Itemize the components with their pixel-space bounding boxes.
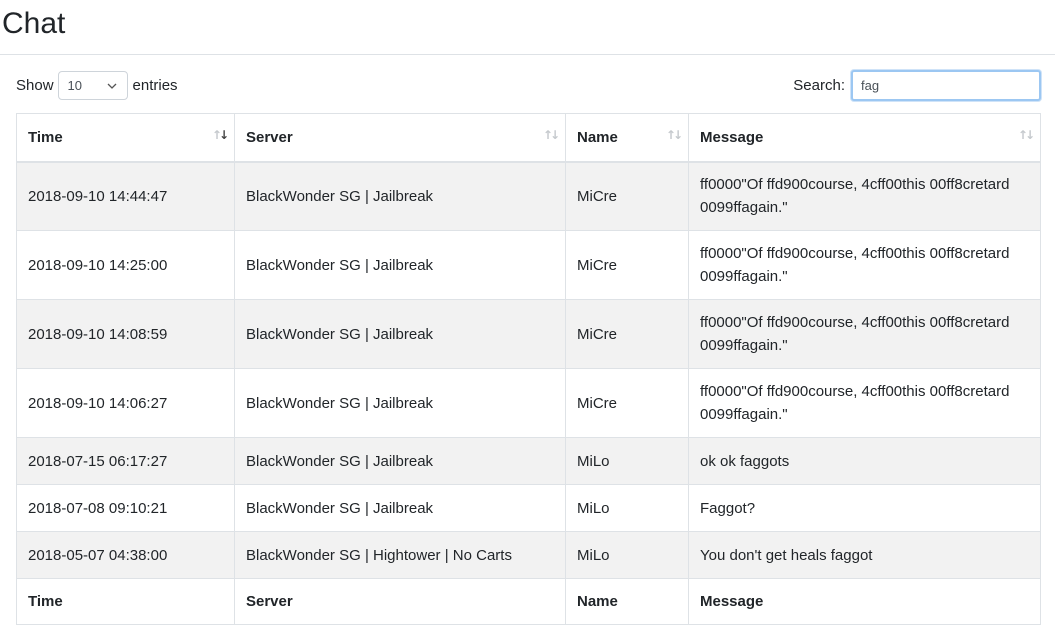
column-header-label: Message [700, 128, 764, 146]
search-control: Search: [793, 70, 1041, 101]
cell-server: BlackWonder SG | Jailbreak [234, 484, 566, 532]
cell-message: ok ok faggots [688, 437, 1041, 485]
title-divider [0, 54, 1055, 55]
table-footer-row: Time Server Name Message [16, 578, 1041, 625]
cell-name: MiCre [565, 299, 689, 369]
cell-name: MiLo [565, 484, 689, 532]
cell-server: BlackWonder SG | Jailbreak [234, 368, 566, 438]
column-header-server[interactable]: Server ↑↓ [234, 113, 566, 163]
column-header-label: Server [246, 128, 293, 146]
cell-message: You don't get heals faggot [688, 531, 1041, 579]
cell-message: Faggot? [688, 484, 1041, 532]
show-label: Show [16, 77, 54, 94]
cell-name: MiCre [565, 368, 689, 438]
table-row: 2018-09-10 14:06:27 BlackWonder SG | Jai… [16, 368, 1041, 438]
sort-desc-icon: ↑↓ [211, 128, 229, 142]
entries-length-control: Show 10 entries [16, 71, 178, 100]
table-row: 2018-09-10 14:25:00 BlackWonder SG | Jai… [16, 230, 1041, 300]
chevron-down-icon [107, 83, 116, 89]
column-footer-message: Message [688, 578, 1041, 625]
cell-time: 2018-09-10 14:25:00 [16, 230, 235, 300]
cell-name: MiLo [565, 437, 689, 485]
cell-name: MiCre [565, 230, 689, 300]
cell-time: 2018-07-08 09:10:21 [16, 484, 235, 532]
column-header-label: Time [28, 128, 63, 146]
cell-server: BlackWonder SG | Jailbreak [234, 299, 566, 369]
table-row: 2018-07-15 06:17:27 BlackWonder SG | Jai… [16, 437, 1041, 485]
column-header-message[interactable]: Message ↑↓ [688, 113, 1041, 163]
entries-label: entries [132, 77, 178, 94]
sort-arrows-icon: ↑↓ [542, 128, 560, 142]
search-input[interactable] [851, 70, 1041, 101]
table-row: 2018-09-10 14:08:59 BlackWonder SG | Jai… [16, 299, 1041, 369]
sort-arrows-icon: ↑↓ [665, 128, 683, 142]
chat-table: Time ↑↓ Server ↑↓ Name ↑↓ Message ↑↓ 201… [16, 113, 1041, 625]
column-footer-name: Name [565, 578, 689, 625]
entries-per-page-select[interactable]: 10 [57, 71, 128, 100]
column-header-time[interactable]: Time ↑↓ [16, 113, 235, 163]
cell-server: BlackWonder SG | Jailbreak [234, 230, 566, 300]
entries-per-page-value: 10 [67, 78, 82, 93]
cell-time: 2018-07-15 06:17:27 [16, 437, 235, 485]
column-footer-server: Server [234, 578, 566, 625]
cell-message: ff0000"Of ffd900course, 4cff00this 00ff8… [688, 299, 1041, 369]
cell-server: BlackWonder SG | Hightower | No Carts [234, 531, 566, 579]
cell-time: 2018-09-10 14:44:47 [16, 161, 235, 231]
table-row: 2018-05-07 04:38:00 BlackWonder SG | Hig… [16, 531, 1041, 579]
search-label: Search: [793, 77, 845, 94]
cell-time: 2018-09-10 14:08:59 [16, 299, 235, 369]
column-header-label: Name [577, 128, 618, 146]
cell-server: BlackWonder SG | Jailbreak [234, 161, 566, 231]
cell-time: 2018-05-07 04:38:00 [16, 531, 235, 579]
cell-name: MiLo [565, 531, 689, 579]
cell-name: MiCre [565, 161, 689, 231]
table-row: 2018-09-10 14:44:47 BlackWonder SG | Jai… [16, 161, 1041, 231]
sort-arrows-icon: ↑↓ [1017, 128, 1035, 142]
cell-message: ff0000"Of ffd900course, 4cff00this 00ff8… [688, 161, 1041, 231]
page-title: Chat [2, 7, 66, 40]
cell-server: BlackWonder SG | Jailbreak [234, 437, 566, 485]
table-header-row: Time ↑↓ Server ↑↓ Name ↑↓ Message ↑↓ [16, 113, 1041, 163]
cell-time: 2018-09-10 14:06:27 [16, 368, 235, 438]
column-header-name[interactable]: Name ↑↓ [565, 113, 689, 163]
cell-message: ff0000"Of ffd900course, 4cff00this 00ff8… [688, 230, 1041, 300]
cell-message: ff0000"Of ffd900course, 4cff00this 00ff8… [688, 368, 1041, 438]
table-row: 2018-07-08 09:10:21 BlackWonder SG | Jai… [16, 484, 1041, 532]
column-footer-time: Time [16, 578, 235, 625]
